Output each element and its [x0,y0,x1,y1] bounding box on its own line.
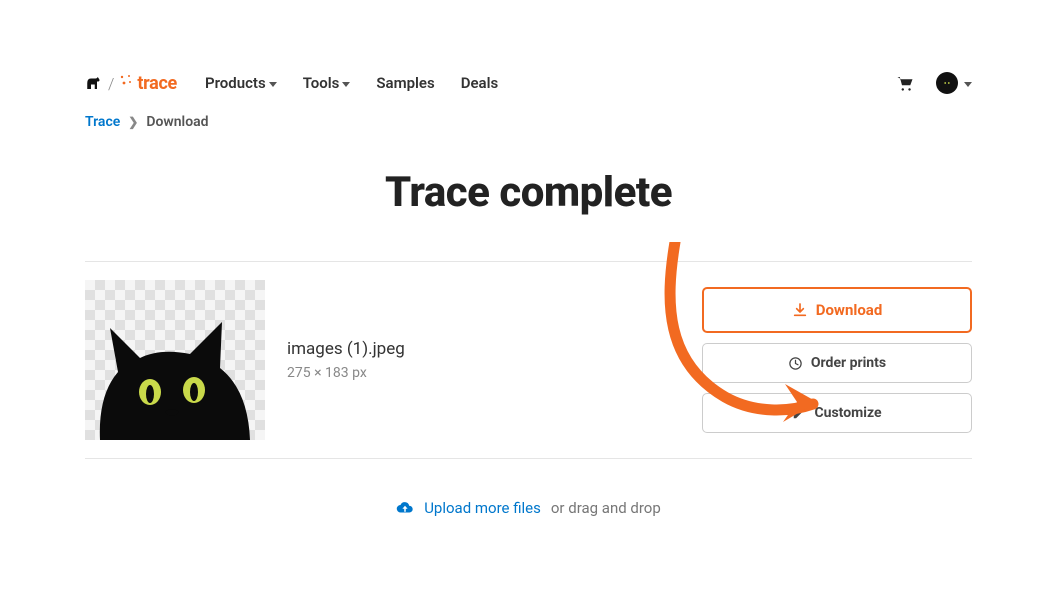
nav-deals[interactable]: Deals [461,74,499,92]
chevron-down-icon [269,82,277,87]
top-nav: / trace Products Tools Samples Deals [85,0,972,106]
download-label: Download [816,301,883,319]
result-thumbnail[interactable] [85,280,265,440]
slash-separator: / [108,74,114,93]
file-meta: images (1).jpeg 275 × 183 px [287,339,405,381]
upload-subtext: or drag and drop [551,499,661,517]
customize-label: Customize [814,405,881,421]
nav-items: Products Tools Samples Deals [205,74,498,92]
chevron-right-icon: ❯ [128,115,138,129]
breadcrumb-root[interactable]: Trace [85,114,120,130]
clock-icon [788,356,803,371]
nav-right [896,72,972,94]
cloud-upload-icon [396,499,414,517]
download-icon [792,302,808,318]
download-button[interactable]: Download [702,287,972,333]
result-row: images (1).jpeg 275 × 183 px Download Or… [85,262,972,458]
nav-tools-label: Tools [303,74,340,92]
sparkle-icon [119,74,133,92]
customize-button[interactable]: Customize [702,393,972,433]
cart-icon[interactable] [896,75,914,91]
page-title: Trace complete [85,168,972,217]
chevron-down-icon [964,82,972,87]
brand-name: trace [137,73,177,94]
pencil-icon [792,406,806,420]
nav-samples[interactable]: Samples [376,74,434,92]
chevron-down-icon [342,82,350,87]
breadcrumb-current: Download [146,114,208,130]
nav-deals-label: Deals [461,74,499,92]
avatar [936,72,958,94]
order-prints-button[interactable]: Order prints [702,343,972,383]
file-name: images (1).jpeg [287,339,405,359]
file-dimensions: 275 × 183 px [287,365,405,381]
nav-products[interactable]: Products [205,74,277,92]
order-prints-label: Order prints [811,355,886,371]
nav-tools[interactable]: Tools [303,74,351,92]
upload-row[interactable]: Upload more files or drag and drop [85,459,972,517]
nav-products-label: Products [205,74,266,92]
action-buttons: Download Order prints Customize [702,287,972,433]
nav-samples-label: Samples [376,74,434,92]
horse-icon [85,75,103,91]
user-menu[interactable] [936,72,972,94]
breadcrumb: Trace ❯ Download [85,106,972,130]
brand-logo[interactable]: / trace [85,73,177,94]
upload-link[interactable]: Upload more files [424,499,541,517]
